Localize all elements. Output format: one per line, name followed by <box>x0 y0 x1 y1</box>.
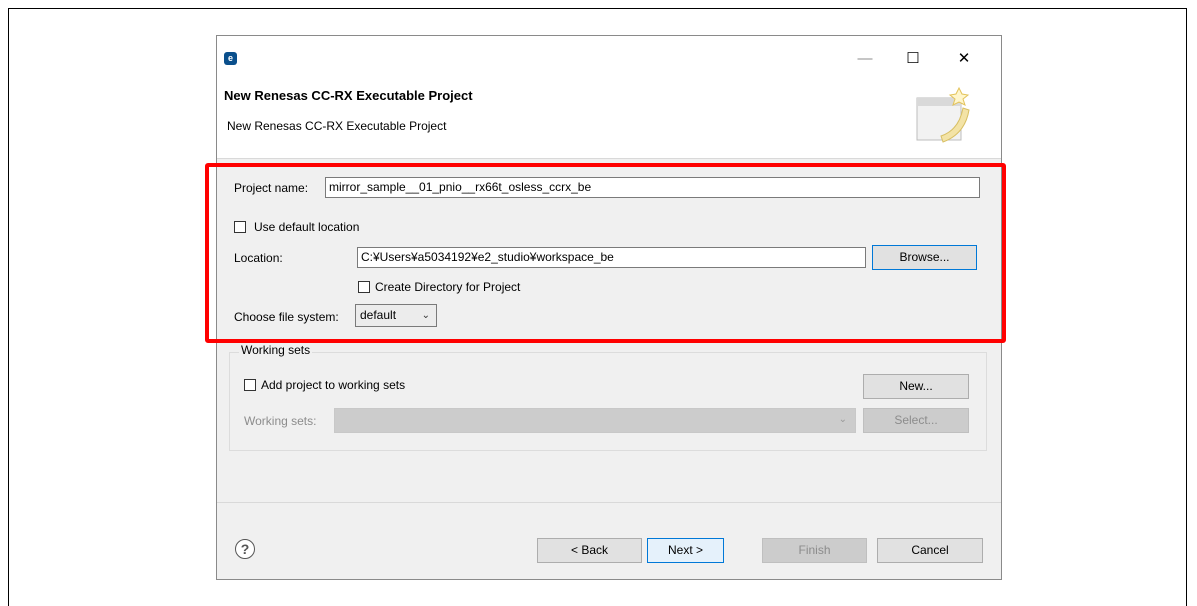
working-sets-group <box>229 352 987 451</box>
wizard-header: New Renesas CC-RX Executable Project New… <box>217 81 1001 159</box>
select-working-sets-button[interactable]: Select... <box>863 408 969 433</box>
footer-divider <box>217 502 1001 503</box>
add-to-working-sets-label: Add project to working sets <box>261 378 406 392</box>
new-working-set-button[interactable]: New... <box>863 374 969 399</box>
wizard-subtitle: New Renesas CC-RX Executable Project <box>227 119 447 133</box>
title-bar: e — ☐ ✕ <box>217 36 1001 81</box>
maximize-button[interactable]: ☐ <box>898 46 928 72</box>
back-button[interactable]: < Back <box>537 538 642 563</box>
help-icon[interactable]: ? <box>235 539 255 559</box>
chevron-down-icon: ⌄ <box>838 414 847 425</box>
working-sets-group-title: Working sets <box>239 343 313 357</box>
close-button[interactable]: ✕ <box>949 46 979 72</box>
add-to-working-sets-checkbox[interactable] <box>244 379 256 391</box>
e2-studio-icon: e <box>224 52 237 65</box>
next-button[interactable]: Next > <box>647 538 724 563</box>
wizard-banner-icon <box>916 86 970 143</box>
working-sets-label: Working sets: <box>244 414 317 428</box>
minimize-button[interactable]: — <box>850 46 880 72</box>
finish-button[interactable]: Finish <box>762 538 867 563</box>
wizard-title: New Renesas CC-RX Executable Project <box>224 88 473 103</box>
working-sets-combo[interactable]: ⌄ <box>334 408 856 433</box>
cancel-button[interactable]: Cancel <box>877 538 983 563</box>
highlight-box <box>205 163 1006 343</box>
